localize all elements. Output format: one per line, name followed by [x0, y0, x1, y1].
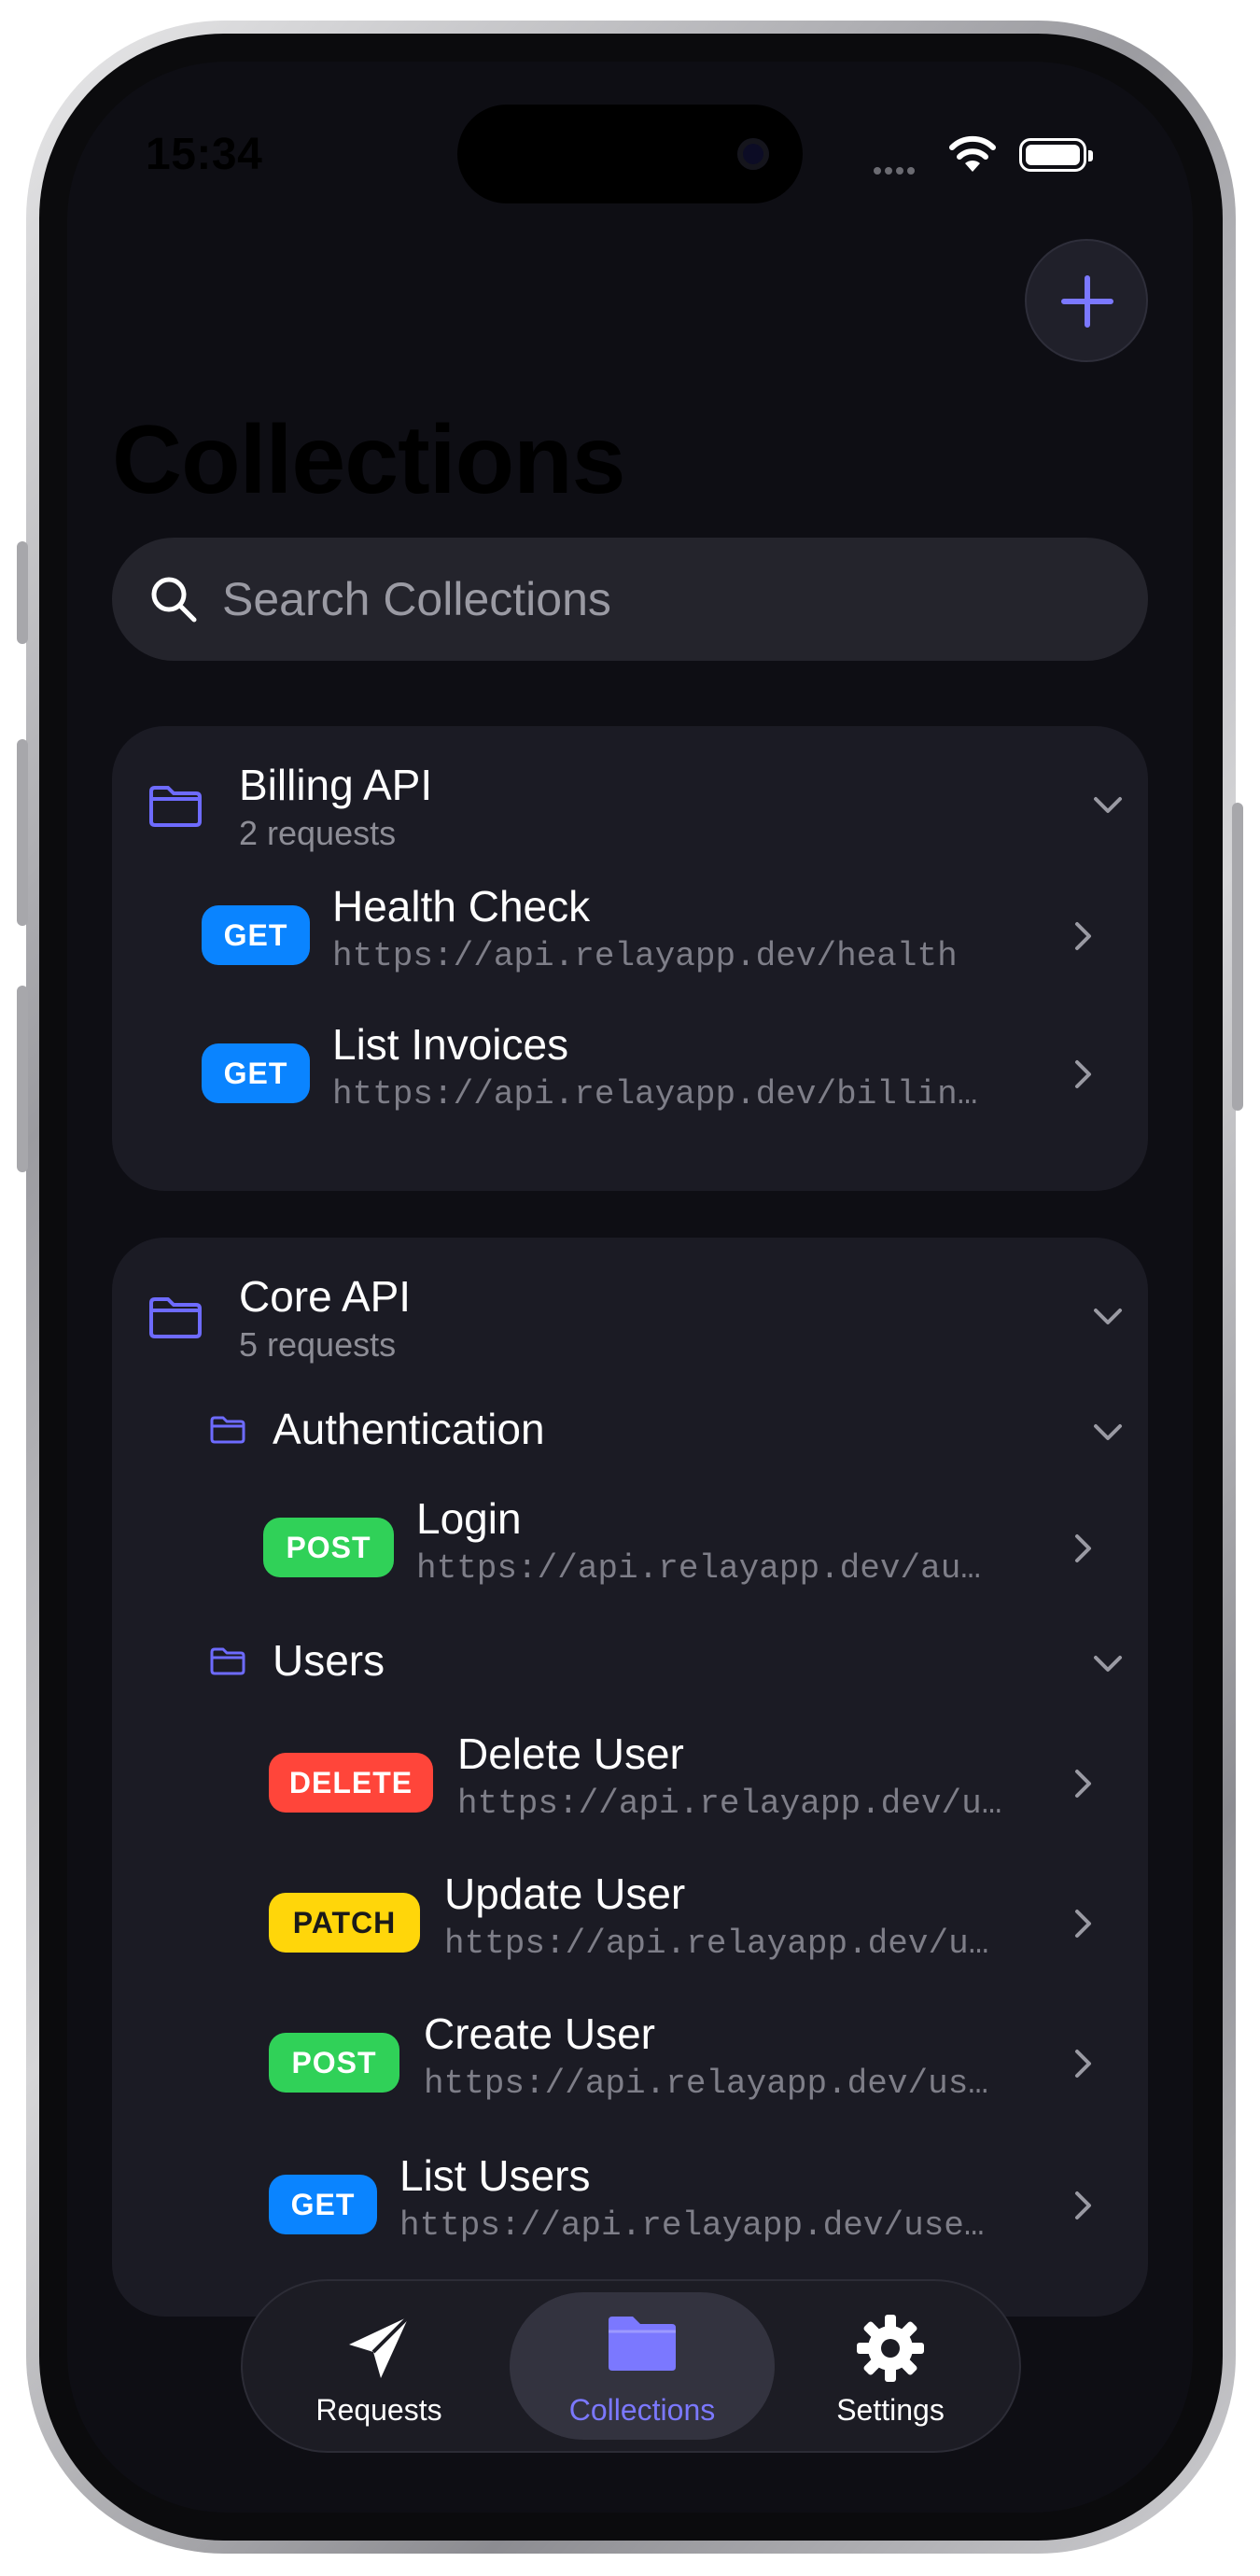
- collection-header[interactable]: Billing API 2 requests: [112, 726, 1148, 866]
- request-name: Login: [416, 1494, 522, 1543]
- chevron-down-icon[interactable]: [1092, 1307, 1124, 1327]
- request-row[interactable]: PATCH Update User https://api.relayapp.d…: [112, 1854, 1148, 1994]
- method-badge-get: GET: [202, 1043, 310, 1103]
- search-input[interactable]: [222, 538, 1062, 661]
- request-name: List Users: [399, 2151, 591, 2200]
- request-row[interactable]: GET List Users https://api.relayapp.dev/…: [112, 2135, 1148, 2275]
- collection-card-core-api: Core API 5 requests Authentication POST …: [112, 1238, 1148, 2317]
- tab-requests[interactable]: Requests: [258, 2292, 500, 2440]
- request-row[interactable]: GET Health Check https://api.relayapp.de…: [112, 866, 1148, 1006]
- tab-label: Settings: [836, 2393, 945, 2427]
- folder-row-authentication[interactable]: Authentication: [112, 1378, 1148, 1480]
- folder-icon: [210, 1647, 245, 1675]
- tab-collections[interactable]: Collections: [510, 2292, 775, 2440]
- request-row[interactable]: POST Login https://api.relayapp.dev/au…: [112, 1478, 1148, 1618]
- camera-icon: [737, 138, 769, 170]
- tab-label: Requests: [315, 2393, 442, 2427]
- chevron-down-icon: [1094, 1424, 1122, 1440]
- plus-icon: [1061, 275, 1113, 328]
- action-button: [17, 541, 28, 644]
- chevron-right-icon: [1075, 1770, 1091, 1798]
- folder-title: Users: [273, 1636, 385, 1685]
- chevron-right-icon: [1075, 1060, 1091, 1088]
- cellular-signal-icon: [874, 162, 918, 179]
- request-row[interactable]: DELETE Delete User https://api.relayapp.…: [112, 1714, 1148, 1854]
- request-name: Health Check: [332, 882, 591, 931]
- folder-icon: [210, 1416, 245, 1444]
- request-name: Create User: [424, 2009, 655, 2058]
- folder-icon: [609, 2317, 676, 2371]
- request-name: List Invoices: [332, 1020, 569, 1069]
- wifi-icon: [949, 135, 996, 172]
- request-name: Update User: [444, 1869, 686, 1918]
- request-row[interactable]: POST Create User https://api.relayapp.de…: [112, 1994, 1148, 2134]
- volume-down-button: [17, 986, 28, 1172]
- request-url: https://api.relayapp.dev/use…: [399, 2206, 985, 2245]
- volume-up-button: [17, 739, 28, 926]
- paper-plane-icon: [349, 2315, 411, 2378]
- chevron-right-icon: [1075, 1534, 1091, 1562]
- chevron-down-icon[interactable]: [1092, 795, 1124, 816]
- method-badge-post: POST: [263, 1518, 394, 1577]
- method-badge-patch: PATCH: [269, 1893, 420, 1953]
- tab-label: Collections: [568, 2393, 716, 2427]
- request-url: https://api.relayapp.dev/au…: [416, 1549, 981, 1588]
- search-icon: [151, 577, 197, 623]
- method-badge-delete: DELETE: [269, 1753, 433, 1813]
- tab-bar: Requests Collections Settings: [241, 2279, 1021, 2453]
- folder-row-users[interactable]: Users: [112, 1609, 1148, 1712]
- chevron-down-icon: [1094, 1656, 1122, 1672]
- add-collection-button[interactable]: [1025, 239, 1148, 362]
- collection-title: Billing API: [239, 761, 433, 809]
- folder-icon: [149, 786, 202, 827]
- search-bar[interactable]: [112, 538, 1148, 661]
- collection-count: 2 requests: [239, 814, 397, 852]
- gear-icon: [857, 2315, 924, 2382]
- request-url: https://api.relayapp.dev/u…: [457, 1785, 1002, 1823]
- method-badge-get: GET: [202, 905, 310, 965]
- status-time: 15:34: [146, 130, 263, 179]
- chevron-right-icon: [1075, 1910, 1091, 1938]
- request-url: https://api.relayapp.dev/u…: [444, 1925, 989, 1963]
- collection-title: Core API: [239, 1272, 412, 1321]
- chevron-right-icon: [1075, 2050, 1091, 2078]
- chevron-right-icon: [1075, 922, 1091, 950]
- battery-icon: [1019, 138, 1093, 172]
- tab-settings[interactable]: Settings: [778, 2292, 1002, 2440]
- request-url: https://api.relayapp.dev/us…: [424, 2065, 988, 2103]
- request-row[interactable]: GET List Invoices https://api.relayapp.d…: [112, 1004, 1148, 1144]
- method-badge-post: POST: [269, 2033, 399, 2093]
- method-badge-get: GET: [269, 2175, 377, 2234]
- collection-header[interactable]: Core API 5 requests: [112, 1238, 1148, 1378]
- request-url: https://api.relayapp.dev/health: [332, 937, 958, 975]
- request-url: https://api.relayapp.dev/billin…: [332, 1075, 978, 1113]
- folder-icon: [149, 1297, 202, 1338]
- request-name: Delete User: [457, 1729, 684, 1778]
- chevron-right-icon: [1075, 2191, 1091, 2219]
- page-title: Collections: [112, 406, 626, 514]
- power-button: [1232, 803, 1243, 1111]
- collection-count: 5 requests: [239, 1325, 397, 1364]
- collection-card-billing-api: Billing API 2 requests GET Health Check …: [112, 726, 1148, 1191]
- folder-title: Authentication: [273, 1405, 545, 1453]
